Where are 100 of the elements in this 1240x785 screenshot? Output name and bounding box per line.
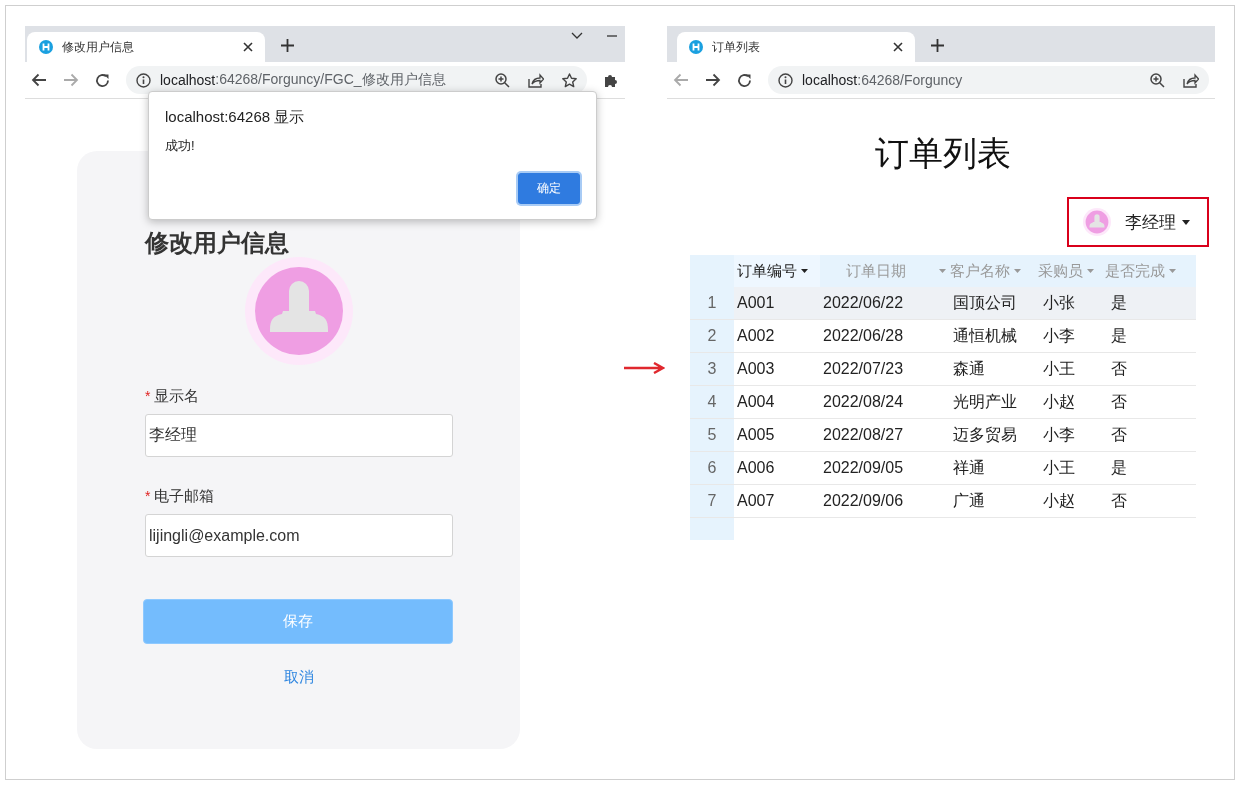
close-icon[interactable] xyxy=(243,42,253,52)
row-number: 2 xyxy=(690,320,734,352)
table-row[interactable]: 1 A001 2022/06/22 国顶公司 小张 是 xyxy=(690,287,1196,320)
puzzle-icon[interactable] xyxy=(603,72,619,88)
site-logo-icon xyxy=(689,40,703,54)
url-host: localhost xyxy=(802,72,858,88)
avatar-icon xyxy=(1083,208,1111,236)
dialog-title: localhost:64268 显示 xyxy=(165,108,306,127)
table-cell-text: 是 xyxy=(1110,292,1128,313)
info-icon xyxy=(778,72,793,88)
browser-tab[interactable]: 修改用户信息 xyxy=(27,32,265,62)
table-cell-text: 2022/08/27 xyxy=(822,425,905,445)
table-cell-text: 小李 xyxy=(1042,424,1076,445)
table-cell-text: 2022/09/06 xyxy=(822,491,905,511)
user-menu[interactable]: 李经理 xyxy=(1067,197,1209,247)
address-bar[interactable]: localhost:64268/Forguncy xyxy=(768,66,1209,94)
table-cell-text: 小李 xyxy=(1042,325,1076,346)
share-icon[interactable] xyxy=(528,72,544,88)
row-number: 3 xyxy=(690,353,734,385)
table-row[interactable]: 5 A005 2022/08/27 迈多贸易 小李 否 xyxy=(690,419,1196,452)
avatar-icon xyxy=(244,257,353,365)
input-field[interactable]: lijingli@example.com xyxy=(145,514,453,557)
form-title: 修改用户信息 xyxy=(145,228,290,258)
table-row[interactable]: 2 A002 2022/06/28 通恒机械 小李 是 xyxy=(690,320,1196,353)
table-cell-text: 是 xyxy=(1110,325,1128,346)
page-title: 订单列表 xyxy=(873,133,1012,174)
caret-icon xyxy=(939,269,946,273)
table-cell-text: 广通 xyxy=(952,490,986,511)
table-cell-text: A004 xyxy=(736,392,776,412)
ok-button[interactable]: 确定 xyxy=(518,173,580,204)
table-cell-text: 光明产业 xyxy=(952,391,1018,412)
table-cell-text: 国顶公司 xyxy=(952,292,1018,313)
row-number: 4 xyxy=(690,386,734,418)
forward-icon[interactable] xyxy=(705,73,721,87)
star-icon[interactable] xyxy=(562,72,577,88)
table-cell-text: 祥通 xyxy=(952,457,986,478)
required-mark: * xyxy=(145,488,151,504)
table-cell-text: 小赵 xyxy=(1042,490,1076,511)
table-cell-text: 小张 xyxy=(1042,292,1076,313)
back-icon[interactable] xyxy=(31,73,47,87)
url-path: :64268/Forguncy xyxy=(857,72,963,88)
table-cell-text: 2022/06/28 xyxy=(822,326,905,346)
caret-icon xyxy=(801,269,808,273)
caret-icon xyxy=(1182,219,1190,225)
table-row[interactable]: 3 A003 2022/07/23 森通 小王 否 xyxy=(690,353,1196,386)
table-cell-text: 否 xyxy=(1110,490,1128,511)
field-label: 电子邮箱 xyxy=(154,487,215,506)
table-cell-text: 通恒机械 xyxy=(952,325,1018,346)
reload-icon[interactable] xyxy=(737,72,752,88)
close-icon[interactable] xyxy=(893,42,903,52)
url-path: :64268/Forguncy/FGC_修改用户信息 xyxy=(215,71,446,89)
table-cell-text: A002 xyxy=(736,326,776,346)
column-header[interactable]: 订单编号 xyxy=(734,255,820,287)
plus-icon[interactable] xyxy=(281,39,294,52)
chevron-down-icon[interactable] xyxy=(571,32,583,40)
table-cell-text: 小王 xyxy=(1042,457,1076,478)
table-cell-text: 森通 xyxy=(952,358,986,379)
row-number: 6 xyxy=(690,452,734,484)
table-cell-text: 否 xyxy=(1110,391,1128,412)
caret-icon xyxy=(1169,269,1176,273)
table-cell-text: 2022/06/22 xyxy=(822,293,905,313)
table-cell-text: A003 xyxy=(736,359,776,379)
table-cell-text: A005 xyxy=(736,425,776,445)
table-row[interactable]: 4 A004 2022/08/24 光明产业 小赵 否 xyxy=(690,386,1196,419)
caret-icon xyxy=(1087,269,1094,273)
row-number: 7 xyxy=(690,485,734,517)
share-icon[interactable] xyxy=(1183,72,1199,88)
table-cell-text: 小赵 xyxy=(1042,391,1076,412)
address-bar[interactable]: localhost:64268/Forguncy/FGC_修改用户信息 xyxy=(126,66,587,94)
input-field[interactable]: 李经理 xyxy=(145,414,453,457)
browser-tab[interactable]: 订单列表 xyxy=(677,32,915,62)
arrow-icon xyxy=(623,362,665,374)
table-row[interactable]: 7 A007 2022/09/06 广通 小赵 否 xyxy=(690,485,1196,518)
info-icon xyxy=(136,72,151,88)
table-cell-text: A006 xyxy=(736,458,776,478)
table-cell-text: A001 xyxy=(736,293,776,313)
cancel-link[interactable]: 取消 xyxy=(283,668,314,687)
plus-icon[interactable] xyxy=(931,39,944,52)
table-cell-text: 2022/09/05 xyxy=(822,458,905,478)
caret-icon xyxy=(1014,269,1021,273)
table-cell-text: A007 xyxy=(736,491,776,511)
row-number: 5 xyxy=(690,419,734,451)
table-row[interactable]: 6 A006 2022/09/05 祥通 小王 是 xyxy=(690,452,1196,485)
table-cell-text: 否 xyxy=(1110,358,1128,379)
table-cell-text: 否 xyxy=(1110,424,1128,445)
table-cell-text: 2022/08/24 xyxy=(822,392,905,412)
table-cell-text: 迈多贸易 xyxy=(952,424,1018,445)
field-label: 显示名 xyxy=(154,387,200,406)
zoom-icon[interactable] xyxy=(1150,72,1165,88)
row-number: 1 xyxy=(690,287,734,319)
row-header-background xyxy=(690,518,734,540)
table-cell-text: 是 xyxy=(1110,457,1128,478)
zoom-icon[interactable] xyxy=(495,72,510,88)
table-cell-text: 小王 xyxy=(1042,358,1076,379)
url-host: localhost xyxy=(160,72,216,88)
table-cell-text: 2022/07/23 xyxy=(822,359,905,379)
site-logo-icon xyxy=(39,40,53,54)
reload-icon[interactable] xyxy=(95,72,110,88)
dialog-message: 成功! xyxy=(165,137,196,155)
required-mark: * xyxy=(145,388,151,404)
